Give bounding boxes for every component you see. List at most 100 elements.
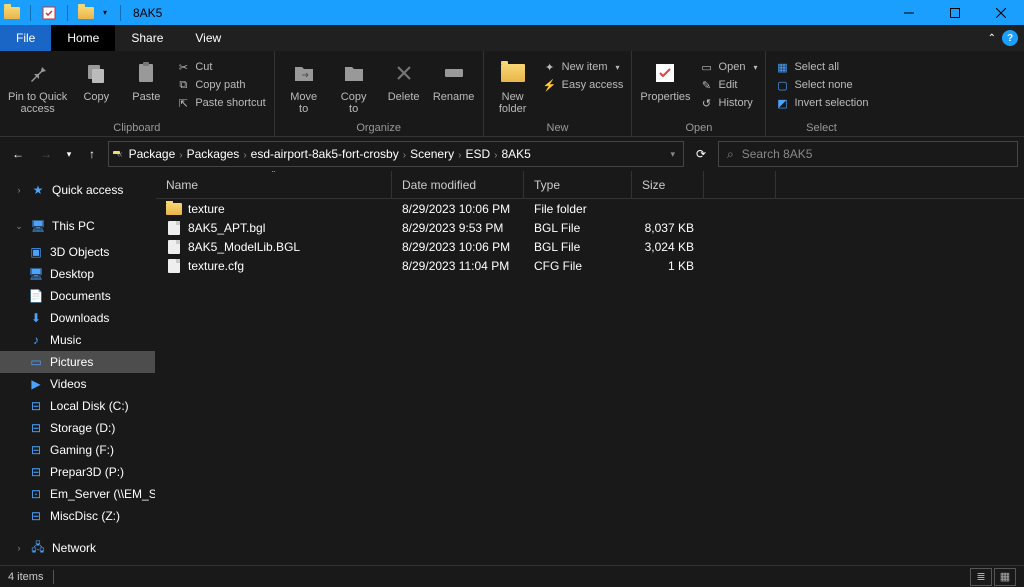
cut-button[interactable]: ✂Cut [175, 59, 265, 75]
sidebar-item[interactable]: ▶Videos [0, 373, 155, 395]
breadcrumb[interactable]: Scenery [408, 147, 456, 161]
sidebar-item[interactable]: ♪Music [0, 329, 155, 351]
history-icon: ↺ [699, 95, 715, 111]
table-row[interactable]: texture.cfg8/29/2023 11:04 PMCFG File1 K… [156, 256, 1024, 275]
drive-icon: ⊟ [28, 464, 44, 480]
select-all-button[interactable]: ▦Select all [774, 59, 868, 75]
group-label: Organize [283, 120, 475, 136]
sidebar-item[interactable]: ⊟MiscDisc (Z:) [0, 505, 155, 527]
item-count: 4 items [8, 571, 43, 583]
select-all-icon: ▦ [774, 59, 790, 75]
invert-selection-button[interactable]: ◩Invert selection [774, 95, 868, 111]
sidebar-item[interactable]: ⊟Gaming (F:) [0, 439, 155, 461]
chevron-right-icon[interactable]: › [177, 150, 184, 161]
details-view-button[interactable]: ≣ [970, 568, 992, 586]
sidebar-quick-access[interactable]: › ★ Quick access [0, 179, 155, 201]
breadcrumb[interactable]: Packages [185, 147, 242, 161]
sidebar-item[interactable]: 📄Documents [0, 285, 155, 307]
search-icon: ⌕ [727, 147, 734, 162]
chevron-right-icon[interactable]: › [401, 150, 408, 161]
select-none-button[interactable]: ▢Select none [774, 77, 868, 93]
folder-icon [4, 5, 20, 21]
table-row[interactable]: texture8/29/2023 10:06 PMFile folder [156, 199, 1024, 218]
easy-access-button[interactable]: ⚡Easy access [542, 77, 624, 93]
new-item-icon: ✦ [542, 59, 558, 75]
file-icon [166, 258, 182, 274]
back-button[interactable]: ← [6, 142, 30, 166]
pin-quick-access-button[interactable]: Pin to Quick access [8, 57, 67, 115]
qat-properties-icon[interactable] [41, 5, 57, 21]
sidebar-item[interactable]: ⊡Em_Server (\\EM_SE [0, 483, 155, 505]
file-menu[interactable]: File [0, 25, 51, 51]
sidebar-item[interactable]: ⊟Storage (D:) [0, 417, 155, 439]
chevron-right-icon[interactable]: › [14, 185, 24, 195]
properties-button[interactable]: Properties [640, 57, 690, 103]
easy-access-icon: ⚡ [542, 77, 558, 93]
column-name[interactable]: Name⌃ [156, 171, 392, 198]
tab-share[interactable]: Share [115, 25, 179, 51]
minimize-button[interactable] [886, 0, 932, 25]
folder-icon [78, 5, 94, 21]
drive-icon: ▶ [28, 376, 44, 392]
sidebar-item[interactable]: ▣3D Objects [0, 241, 155, 263]
copy-to-button[interactable]: Copy to [333, 57, 375, 115]
sidebar-item[interactable]: 🖥Desktop [0, 263, 155, 285]
address-bar[interactable]: « Package›Packages›esd-airport-8ak5-fort… [108, 141, 684, 167]
sidebar-item[interactable]: ⬇Downloads [0, 307, 155, 329]
tab-home[interactable]: Home [51, 25, 115, 51]
sort-asc-icon: ⌃ [270, 171, 277, 178]
drive-icon: ⊟ [28, 442, 44, 458]
copy-to-icon [338, 57, 370, 89]
sidebar-item[interactable]: ⊟Local Disk (C:) [0, 395, 155, 417]
refresh-button[interactable]: ⟳ [688, 141, 714, 167]
move-to-button[interactable]: Move to [283, 57, 325, 115]
window-title: 8AK5 [133, 6, 162, 20]
chevron-right-icon[interactable]: › [14, 543, 24, 553]
rename-button[interactable]: Rename [433, 57, 475, 103]
column-date[interactable]: Date modified [392, 171, 524, 198]
copy-path-button[interactable]: ⧉Copy path [175, 77, 265, 93]
table-row[interactable]: 8AK5_ModelLib.BGL8/29/2023 10:06 PMBGL F… [156, 237, 1024, 256]
open-button[interactable]: ▭Open▾ [699, 59, 758, 75]
paste-shortcut-button[interactable]: ⇱Paste shortcut [175, 95, 265, 111]
group-label: Clipboard [8, 120, 266, 136]
table-row[interactable]: 8AK5_APT.bgl8/29/2023 9:53 PMBGL File8,0… [156, 218, 1024, 237]
address-dropdown-icon[interactable]: ▾ [670, 149, 675, 160]
qat-dropdown-icon[interactable]: ▾ [100, 5, 110, 21]
ribbon: Pin to Quick access Copy Paste ✂Cut ⧉Cop… [0, 51, 1024, 137]
status-bar: 4 items ≣ ▦ [0, 565, 1024, 587]
sidebar-this-pc[interactable]: ⌄ 🖥 This PC [0, 215, 155, 237]
paste-button[interactable]: Paste [125, 57, 167, 103]
column-type[interactable]: Type [524, 171, 632, 198]
new-folder-button[interactable]: New folder [492, 57, 534, 115]
recent-dropdown[interactable]: ▾ [62, 142, 76, 166]
thumbnails-view-button[interactable]: ▦ [994, 568, 1016, 586]
pin-icon [22, 57, 54, 89]
edit-button[interactable]: ✎Edit [699, 77, 758, 93]
forward-button[interactable]: → [34, 142, 58, 166]
delete-button[interactable]: Delete [383, 57, 425, 103]
breadcrumb[interactable]: Package [127, 147, 178, 161]
column-size[interactable]: Size [632, 171, 704, 198]
drive-icon: 📄 [28, 288, 44, 304]
collapse-ribbon-icon[interactable]: ⌃ [988, 33, 996, 44]
up-button[interactable]: ↑ [80, 142, 104, 166]
help-icon[interactable]: ? [1002, 30, 1018, 46]
sidebar-item[interactable]: ▭Pictures [0, 351, 155, 373]
breadcrumb[interactable]: 8AK5 [499, 147, 532, 161]
chevron-right-icon[interactable]: › [241, 150, 248, 161]
file-pane: Name⌃ Date modified Type Size texture8/2… [156, 171, 1024, 565]
maximize-button[interactable] [932, 0, 978, 25]
sidebar-item[interactable]: ⊟Prepar3D (P:) [0, 461, 155, 483]
history-button[interactable]: ↺History [699, 95, 758, 111]
copy-button[interactable]: Copy [75, 57, 117, 103]
breadcrumb[interactable]: ESD [463, 147, 492, 161]
search-input[interactable]: ⌕ Search 8AK5 [718, 141, 1018, 167]
close-button[interactable] [978, 0, 1024, 25]
network-icon: 🖧 [30, 540, 46, 556]
new-item-button[interactable]: ✦New item▾ [542, 59, 624, 75]
chevron-down-icon[interactable]: ⌄ [14, 221, 24, 232]
tab-view[interactable]: View [179, 25, 237, 51]
breadcrumb[interactable]: esd-airport-8ak5-fort-crosby [249, 147, 401, 161]
sidebar-network[interactable]: › 🖧 Network [0, 537, 155, 559]
